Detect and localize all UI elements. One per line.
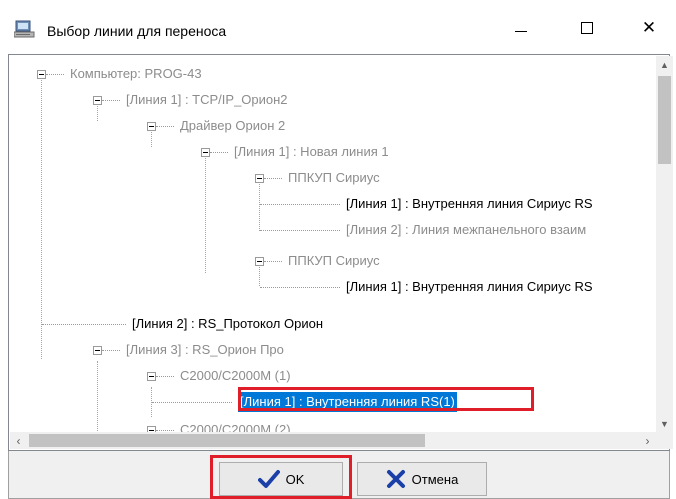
tree-node-label: Драйвер Орион 2 — [180, 118, 286, 133]
tree-node[interactable]: ППКУП Сириус — [255, 251, 380, 271]
collapse-icon[interactable] — [147, 371, 156, 381]
collapse-icon[interactable] — [147, 121, 156, 131]
tree-node[interactable]: С2000/С2000М (2) — [147, 420, 291, 432]
tree-connector — [97, 361, 98, 431]
collapse-icon[interactable] — [255, 256, 264, 266]
window-title: Выбор линии для переноса — [47, 23, 227, 39]
tree-node[interactable]: ППКУП Сириус — [255, 168, 380, 188]
maximize-button[interactable] — [564, 8, 610, 48]
computer-icon — [13, 20, 36, 38]
ok-highlight-box — [210, 455, 352, 499]
close-button[interactable]: ✕ — [626, 8, 672, 48]
scroll-up-icon[interactable]: ▲ — [656, 56, 673, 73]
tree-node-label: [Линия 1] : Новая линия 1 — [234, 144, 389, 159]
tree-node-label: С2000/С2000М (2) — [180, 422, 291, 432]
tree-connector — [205, 153, 206, 273]
cancel-button-label: Отмена — [411, 471, 459, 487]
tree-node[interactable]: [Линия 3] : RS_Орион Про — [93, 340, 284, 360]
close-icon: ✕ — [641, 18, 657, 37]
tree-node[interactable]: Драйвер Орион 2 — [147, 116, 285, 136]
scroll-left-icon[interactable]: ‹ — [10, 432, 27, 449]
horizontal-scroll-thumb[interactable] — [29, 434, 425, 447]
selection-highlight-box — [238, 387, 534, 411]
collapse-icon[interactable] — [201, 147, 210, 157]
collapse-icon[interactable] — [93, 95, 102, 105]
tree-node[interactable]: [Линия 2] : RS_Протокол Орион — [42, 314, 323, 334]
tree-node-label: ППКУП Сириус — [288, 170, 380, 185]
vertical-scrollbar[interactable]: ▲ ▼ — [656, 56, 673, 432]
scrollbar-corner — [656, 432, 673, 449]
tree-node[interactable]: [Линия 2] : Линия межпанельного взаим — [260, 220, 586, 240]
scroll-right-icon[interactable]: › — [639, 432, 656, 449]
collapse-icon[interactable] — [37, 69, 46, 79]
tree-node[interactable]: [Линия 1] : TCP/IP_Орион2 — [93, 90, 288, 110]
vertical-scroll-thumb[interactable] — [658, 76, 671, 164]
tree-node[interactable]: [Линия 1] : Внутренняя линия Сириус RS — [260, 194, 593, 214]
collapse-icon[interactable] — [93, 345, 102, 355]
minimize-button[interactable] — [498, 8, 544, 48]
collapse-icon[interactable] — [255, 173, 264, 183]
tree-node-label: ППКУП Сириус — [288, 253, 380, 268]
tree-node-label: Компьютер: PROG-43 — [70, 66, 202, 81]
tree-node-label: [Линия 1] : Внутренняя линия Сириус RS — [346, 196, 593, 211]
tree-node-label: [Линия 3] : RS_Орион Про — [126, 342, 284, 357]
title-bar: Выбор линии для переноса ✕ — [0, 0, 676, 48]
horizontal-scrollbar[interactable]: ‹ › — [10, 432, 656, 449]
tree-node-label: [Линия 2] : Линия межпанельного взаим — [346, 222, 587, 237]
tree-node[interactable]: [Линия 1] : Внутренняя линия Сириус RS — [260, 277, 593, 297]
tree-node-label: С2000/С2000М (1) — [180, 368, 291, 383]
line-tree[interactable]: Компьютер: PROG-43 [Линия 1] : TCP/IP_Ор… — [10, 56, 656, 432]
maximize-icon — [581, 22, 593, 34]
tree-panel: Компьютер: PROG-43 [Линия 1] : TCP/IP_Ор… — [8, 54, 673, 451]
tree-node-label: [Линия 1] : Внутренняя линия Сириус RS — [346, 279, 593, 294]
cross-icon — [386, 469, 406, 489]
tree-node[interactable]: С2000/С2000М (1) — [147, 366, 291, 386]
scroll-down-icon[interactable]: ▼ — [656, 415, 673, 432]
tree-node[interactable]: [Линия 1] : Новая линия 1 — [201, 142, 389, 162]
minimize-icon — [515, 30, 527, 32]
tree-node-label: [Линия 1] : TCP/IP_Орион2 — [126, 92, 288, 107]
cancel-button[interactable]: Отмена — [357, 462, 487, 496]
tree-node-label: [Линия 2] : RS_Протокол Орион — [132, 316, 324, 331]
tree-node[interactable]: Компьютер: PROG-43 — [37, 64, 202, 84]
